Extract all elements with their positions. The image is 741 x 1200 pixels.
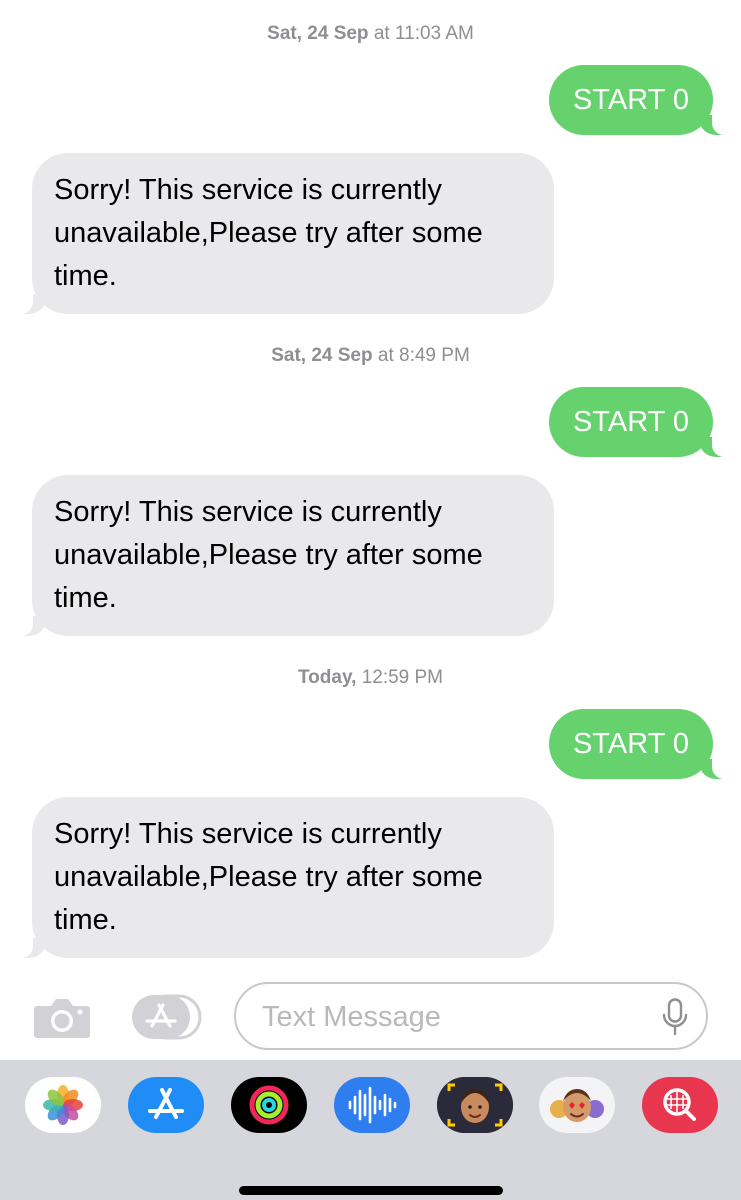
- dictation-button[interactable]: [662, 998, 688, 1036]
- camera-icon: [34, 999, 90, 1038]
- app-store-icon: [132, 994, 202, 1040]
- timestamp-time: 12:59 PM: [361, 667, 444, 688]
- fitness-app-button[interactable]: [231, 1077, 307, 1133]
- received-message-bubble[interactable]: Sorry! This service is currently unavail…: [13, 475, 554, 636]
- text-message-input[interactable]: [260, 996, 644, 1038]
- timestamp-time: 11:03 AM: [394, 23, 474, 44]
- app-store-app-button[interactable]: [128, 1077, 204, 1133]
- timestamp: Sat, 24 Sep at 11:03 AM: [0, 22, 741, 46]
- bubble-tail: [13, 614, 45, 636]
- web-images-search-icon: [663, 1088, 696, 1121]
- microphone-icon: [662, 998, 688, 1036]
- timestamp: Today, 12:59 PM: [0, 666, 741, 690]
- timestamp-at: at: [377, 345, 394, 366]
- timestamp-day: Sat, 24 Sep: [267, 23, 369, 44]
- memoji-icon: [437, 1077, 513, 1133]
- photos-icon: [43, 1085, 83, 1125]
- received-message-bubble[interactable]: Sorry! This service is currently unavail…: [13, 797, 554, 958]
- messages-screen: Sat, 24 Sep at 11:03 AM START 0 Sorry! T…: [0, 0, 741, 1200]
- timestamp: Sat, 24 Sep at 8:49 PM: [0, 344, 741, 368]
- memoji-stickers-icon: [550, 1089, 604, 1122]
- home-indicator[interactable]: [239, 1186, 503, 1195]
- sent-message-bubble[interactable]: START 0: [548, 709, 732, 779]
- received-message-text: Sorry! This service is currently unavail…: [54, 818, 483, 936]
- sent-message-text: START 0: [572, 84, 689, 116]
- sent-message-text: START 0: [572, 728, 689, 760]
- timestamp-day: Sat, 24 Sep: [271, 345, 373, 366]
- timestamp-time: 8:49 PM: [399, 345, 470, 366]
- app-store-icon: [148, 1088, 184, 1119]
- bubble-tail: [700, 113, 732, 135]
- audio-message-icon: [348, 1086, 397, 1124]
- bubble-tail: [700, 435, 732, 457]
- photos-app-button[interactable]: [25, 1077, 101, 1133]
- bubble-tail: [700, 757, 732, 779]
- message-thread[interactable]: Sat, 24 Sep at 11:03 AM START 0 Sorry! T…: [0, 0, 741, 970]
- web-images-app-button[interactable]: [642, 1077, 718, 1133]
- camera-button[interactable]: [33, 994, 91, 1040]
- bubble-tail: [13, 292, 45, 314]
- timestamp-day: Today,: [297, 667, 357, 688]
- memoji-app-button[interactable]: [437, 1077, 513, 1133]
- timestamp-at: at: [373, 23, 390, 44]
- bubble-tail: [13, 936, 45, 958]
- received-message-text: Sorry! This service is currently unavail…: [54, 496, 483, 614]
- sent-message-bubble[interactable]: START 0: [548, 65, 732, 135]
- received-message-bubble[interactable]: Sorry! This service is currently unavail…: [13, 153, 554, 314]
- memoji-stickers-app-button[interactable]: [539, 1077, 615, 1133]
- apps-button[interactable]: [132, 994, 202, 1040]
- fitness-activity-icon: [249, 1085, 289, 1125]
- text-message-field[interactable]: [234, 982, 708, 1050]
- sent-message-text: START 0: [572, 406, 689, 438]
- app-drawer: [0, 1060, 741, 1200]
- message-input-bar: [0, 972, 741, 1060]
- audio-message-app-button[interactable]: [334, 1077, 410, 1133]
- received-message-text: Sorry! This service is currently unavail…: [54, 174, 483, 292]
- sent-message-bubble[interactable]: START 0: [548, 387, 732, 457]
